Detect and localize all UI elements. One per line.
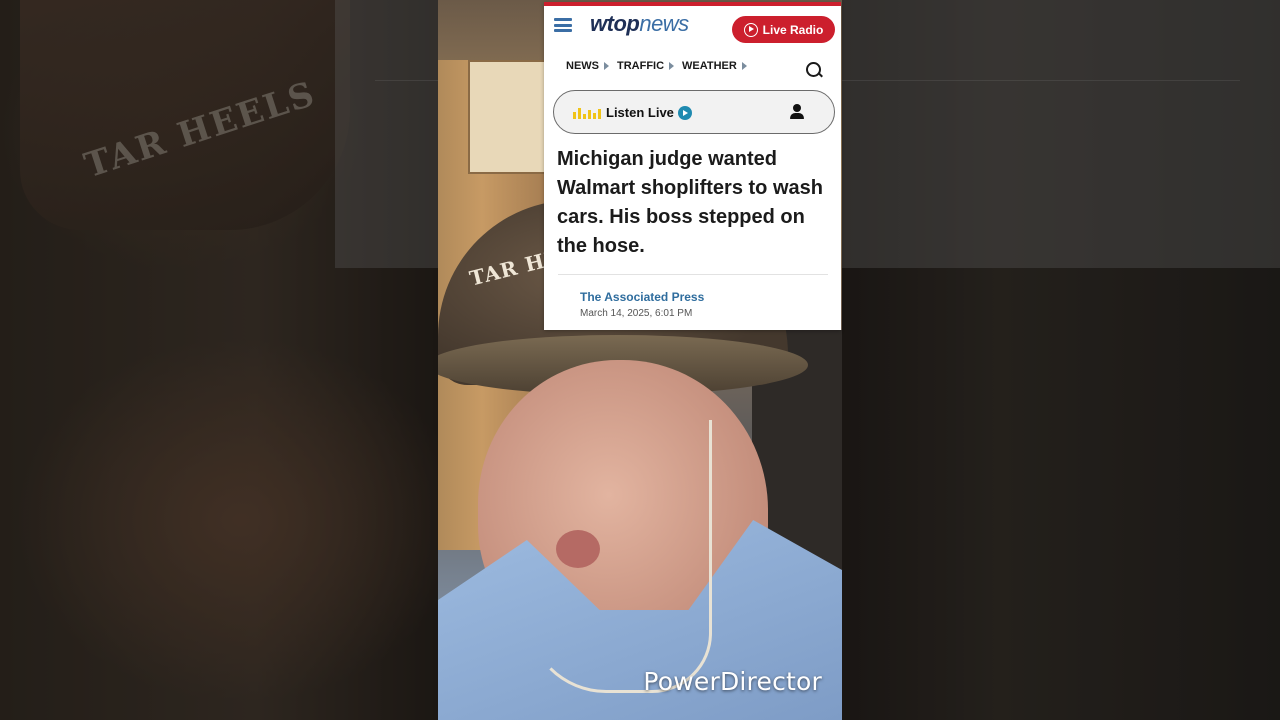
search-icon[interactable] <box>806 62 821 77</box>
site-logo[interactable]: wtopnews <box>590 11 689 37</box>
byline-date: March 14, 2025, 6:01 PM <box>580 308 693 319</box>
nav-item-label: NEWS <box>566 60 599 72</box>
logo-main: wtop <box>590 11 640 36</box>
logo-sub: news <box>639 11 689 36</box>
user-icon[interactable] <box>790 104 804 120</box>
live-radio-label: Live Radio <box>762 22 824 37</box>
site-header: wtopnews Live Radio <box>544 6 841 52</box>
live-radio-button[interactable]: Live Radio <box>732 16 835 43</box>
equalizer-icon <box>573 107 601 119</box>
nav-item-news[interactable]: NEWS <box>566 60 609 72</box>
menu-icon[interactable] <box>554 18 572 32</box>
powerdirector-watermark: PowerDirector <box>643 667 822 696</box>
nav-item-label: WEATHER <box>682 60 737 72</box>
backdrop-dim-left <box>0 0 438 720</box>
play-circle-icon <box>743 22 758 37</box>
nav-item-weather[interactable]: WEATHER <box>682 60 747 72</box>
wall-panel <box>468 60 552 174</box>
backdrop-dim-right <box>842 0 1280 720</box>
divider <box>558 274 828 275</box>
play-icon[interactable] <box>678 106 692 120</box>
nav-item-traffic[interactable]: TRAFFIC <box>617 60 675 72</box>
hat-cord <box>526 420 712 693</box>
caret-right-icon <box>669 62 675 70</box>
section-nav: NEWS TRAFFIC WEATHER <box>566 60 747 72</box>
byline-author[interactable]: The Associated Press <box>580 290 704 304</box>
caret-right-icon <box>604 62 609 70</box>
listen-live-bar[interactable]: Listen Live <box>553 90 835 134</box>
news-article-card: wtopnews Live Radio NEWS TRAFFIC WEATHER… <box>544 2 841 330</box>
nav-item-label: TRAFFIC <box>617 60 665 72</box>
article-headline: Michigan judge wanted Walmart shoplifter… <box>557 148 823 257</box>
caret-right-icon <box>741 62 747 70</box>
listen-live-label: Listen Live <box>606 105 674 120</box>
